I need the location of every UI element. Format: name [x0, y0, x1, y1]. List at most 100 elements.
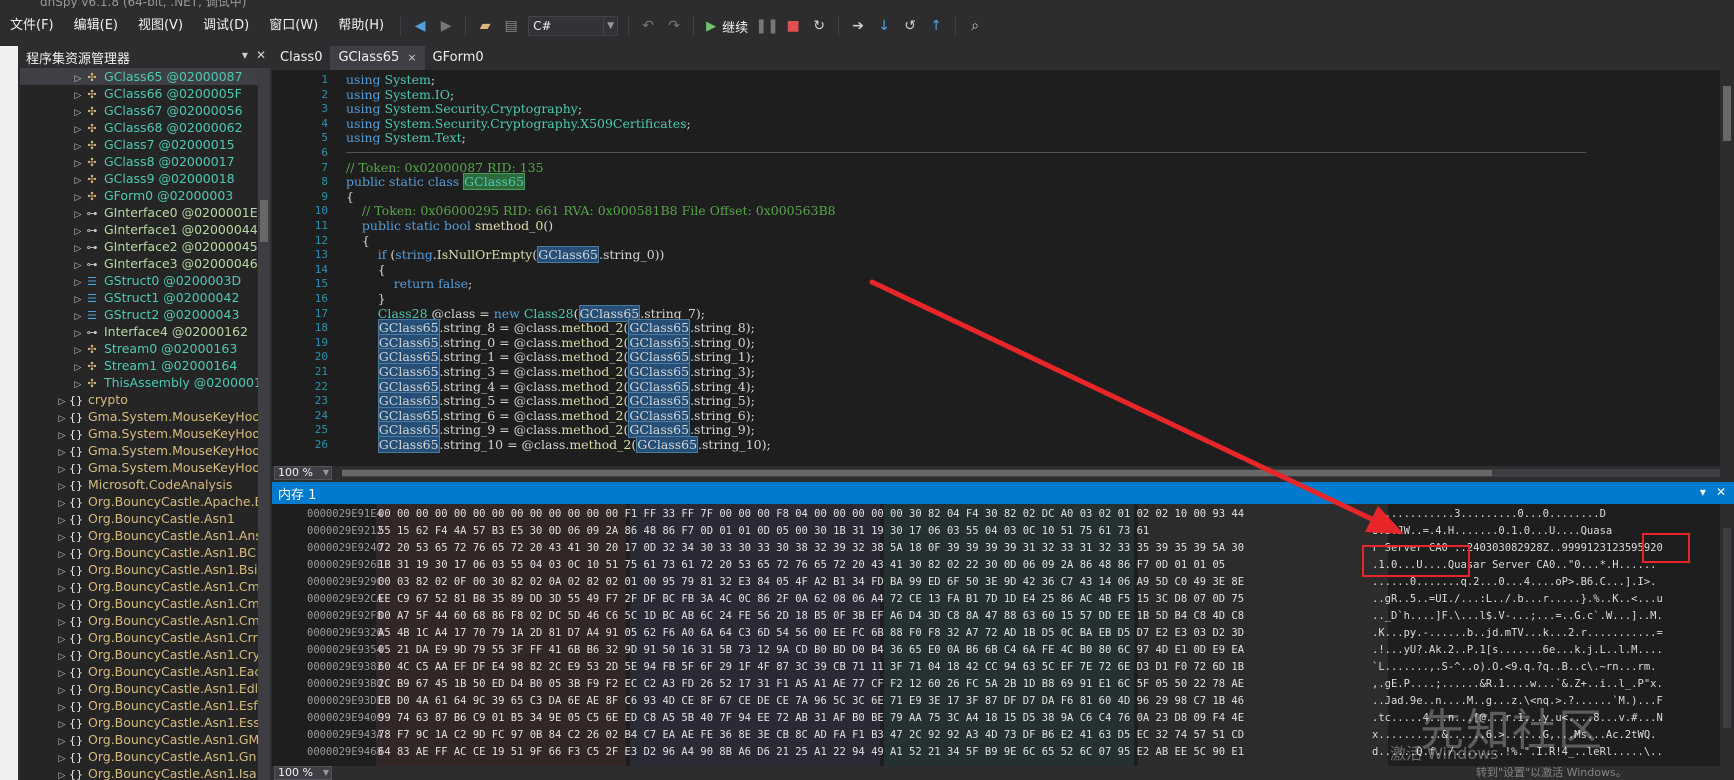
memory-ascii[interactable]: .!...yU?.Ak.2..P.1[s.......6e...k.j.L..l…	[1372, 642, 1710, 659]
memory-row[interactable]: 0000029E91E4 00 00 00 00 00 00 00 00 00 0…	[272, 506, 1720, 523]
memory-row[interactable]: 0000029E943A 78 F7 9C 1A C2 9D FC 97 0B 8…	[272, 727, 1720, 744]
memory-hex-bytes[interactable]: 60 4C C5 AA EF DF E4 98 82 2C E9 53 2D 5…	[378, 659, 1348, 676]
tree-item[interactable]: ▷{} Microsoft.CodeAnalysis	[20, 476, 270, 493]
menu-window[interactable]: 窗口(W)	[259, 13, 328, 39]
code-line[interactable]: }	[346, 291, 386, 307]
code-line[interactable]: public static bool smethod_0()	[346, 218, 553, 234]
memory-ascii[interactable]: .tc.....4...n...[@...r.1...y.u<....8...v…	[1372, 710, 1710, 727]
memory-row[interactable]: 0000029E92F8 D0 A7 5F 44 60 68 86 F8 02 D…	[272, 608, 1720, 625]
code-line[interactable]: GClass65.string_10 = @class.method_2(GCl…	[346, 436, 771, 453]
continue-button[interactable]: ▶ 继续	[706, 17, 748, 36]
close-icon[interactable]: ✕	[256, 48, 266, 62]
memory-hex-bytes[interactable]: 00 03 82 02 0F 00 30 82 02 0A 02 82 02 0…	[378, 574, 1348, 591]
code-editor[interactable]: 1 2 3 4 5 6 7 8 9 10 11 12 13 14 15 16 17 18 19 20 21 22 23 24 2…	[272, 70, 1734, 480]
memory-row[interactable]: 0000029E929C 00 03 82 02 0F 00 30 82 02 0…	[272, 574, 1720, 591]
menu-edit[interactable]: 编辑(E)	[64, 13, 128, 39]
code-line[interactable]: return false;	[346, 276, 473, 292]
tree-item[interactable]: ▷{} Org.BouncyCastle.Asn1.BC	[20, 544, 270, 561]
tree-item[interactable]: ▷ ⊶ GInterface2 @02000045	[20, 238, 270, 255]
code-line[interactable]: using System.Security.Cryptography.X509C…	[346, 116, 691, 132]
panel-menu-icon[interactable]: ▾	[242, 48, 248, 62]
tree-item[interactable]: ▷ ✣ ThisAssembly @0200001	[20, 374, 270, 391]
tree-item[interactable]: ▷ ✣ GClass7 @02000015	[20, 136, 270, 153]
memory-row[interactable]: 0000029E93DE EB D0 4A 61 64 9C 39 65 C3 D…	[272, 693, 1720, 710]
memory-hex-bytes[interactable]: 1B 31 19 30 17 06 03 55 04 03 0C 10 51 7…	[378, 557, 1348, 574]
tree-item[interactable]: ▷ ✣ Stream0 @02000163	[20, 340, 270, 357]
tree-item[interactable]: ▷{} Org.BouncyCastle.Asn1.Edl	[20, 680, 270, 697]
memory-ascii[interactable]: `L.......,.S-^..o).O.<9.q.?q..B..c\.~rn.…	[1372, 659, 1710, 676]
tree-item[interactable]: ▷ ✣ GClass65 @02000087	[20, 68, 270, 85]
memory-row[interactable]: 0000029E9382 60 4C C5 AA EF DF E4 98 82 2…	[272, 659, 1720, 676]
open-folder-icon[interactable]: ▰	[474, 15, 496, 37]
menu-debug[interactable]: 调试(D)	[193, 13, 259, 39]
editor-horizontal-scrollbar[interactable]	[342, 469, 1720, 477]
memory-hex-bytes[interactable]: 99 74 63 87 B6 C9 01 B5 34 9E 05 C5 6E E…	[378, 710, 1348, 727]
tab-gform0[interactable]: GForm0	[425, 46, 492, 70]
memory-hex-bytes[interactable]: A5 4B 1C A4 17 70 79 1A 2D 81 D7 A4 91 0…	[378, 625, 1348, 642]
tree-item[interactable]: ▷ ⊶ GInterface1 @02000044	[20, 221, 270, 238]
tree-item[interactable]: ▷{} Org.BouncyCastle.Asn1.Cm	[20, 595, 270, 612]
code-line[interactable]: using System;	[346, 72, 439, 88]
code-line[interactable]: {	[346, 189, 354, 205]
tree-item[interactable]: ▷{} Org.BouncyCastle.Asn1.Cm	[20, 578, 270, 595]
step-over-icon[interactable]: ➔	[847, 15, 869, 37]
tree-item[interactable]: ▷ ⊶ GInterface3 @02000046	[20, 255, 270, 272]
memory-hex-bytes[interactable]: 00 00 00 00 00 00 00 00 00 00 00 00 00 F…	[378, 506, 1348, 523]
step-into-icon[interactable]: ↓	[873, 15, 895, 37]
memory-ascii[interactable]: ,.gE.P....;......&R.1....w...`&.Z+..i..l…	[1372, 676, 1710, 693]
scrollbar-thumb[interactable]	[1723, 528, 1731, 728]
memory-row[interactable]: 0000029E9212 55 15 62 F4 4A 57 B3 E5 30 0…	[272, 523, 1720, 540]
expand-arrow-icon[interactable]: ▷	[56, 768, 68, 780]
memory-ascii[interactable]: ..gR..5..=UI./...:L../.b...r.....}.%..K.…	[1372, 591, 1710, 608]
memory-hex-bytes[interactable]: 05 21 DA E9 9D 79 55 3F FF 41 6B B6 32 9…	[378, 642, 1348, 659]
memory-row[interactable]: 0000029E92CA EE C9 67 52 81 B8 35 89 DD 3…	[272, 591, 1720, 608]
tree-item[interactable]: ▷ ✣ GClass8 @02000017	[20, 153, 270, 170]
memory-hex-bytes[interactable]: 2C B9 67 45 1B 50 ED D4 B0 05 3B F9 F2 E…	[378, 676, 1348, 693]
code-line[interactable]: using System.Security.Cryptography;	[346, 101, 582, 117]
close-icon[interactable]: ×	[407, 46, 416, 70]
memory-hex-bytes[interactable]: 64 83 AE FF AC CE 19 51 9F 66 F3 C5 2F E…	[378, 744, 1348, 761]
tree-item[interactable]: ▷{} Org.BouncyCastle.Asn1.Ans	[20, 527, 270, 544]
tree-item[interactable]: ▷{} Org.BouncyCastle.Asn1	[20, 510, 270, 527]
tree-item[interactable]: ▷ ☰ GStruct0 @0200003D	[20, 272, 270, 289]
menu-view[interactable]: 视图(V)	[128, 13, 193, 39]
back-icon[interactable]: ◀	[409, 15, 431, 37]
tree-item[interactable]: ▷{} Org.BouncyCastle.Asn1.Bsi	[20, 561, 270, 578]
forward-icon[interactable]: ▶	[435, 15, 457, 37]
explorer-scrollbar[interactable]	[258, 68, 270, 780]
memory-hex-bytes[interactable]: EE C9 67 52 81 B8 35 89 DD 3D 55 49 F7 2…	[378, 591, 1348, 608]
tree-item[interactable]: ▷ ✣ GClass9 @02000018	[20, 170, 270, 187]
code-line[interactable]: using System.IO;	[346, 87, 454, 103]
memory-row[interactable]: 0000029E9468 64 83 AE FF AC CE 19 51 9F 6…	[272, 744, 1720, 761]
step-out-icon[interactable]: ↑	[925, 15, 947, 37]
stop-icon[interactable]: ■	[782, 15, 804, 37]
memory-row[interactable]: 0000029E926E 1B 31 19 30 17 06 03 55 04 0…	[272, 557, 1720, 574]
panel-menu-icon[interactable]: ▾	[1700, 485, 1706, 499]
tree-item[interactable]: ▷{} Org.BouncyCastle.Asn1.Gn	[20, 748, 270, 765]
tab-gclass65[interactable]: GClass65 ×	[330, 46, 425, 70]
tree-item[interactable]: ▷ ⊶ GInterface0 @0200001E	[20, 204, 270, 221]
memory-ascii[interactable]: .K...py.-......b..jd.mTV...k...2.r......…	[1372, 625, 1710, 642]
tree-item[interactable]: ▷ ☰ GStruct1 @02000042	[20, 289, 270, 306]
code-line[interactable]: {	[346, 262, 386, 278]
language-select[interactable]: C# ▼	[528, 16, 619, 36]
tree-item[interactable]: ▷ ✣ GClass67 @02000056	[20, 102, 270, 119]
code-line[interactable]: // Token: 0x06000295 RID: 661 RVA: 0x000…	[346, 203, 836, 219]
memory-ascii[interactable]: .._D`h....]F.\...l$.V-...;...=..G.c`.W..…	[1372, 608, 1710, 625]
menu-help[interactable]: 帮助(H)	[328, 13, 394, 39]
memory-hex-bytes[interactable]: D0 A7 5F 44 60 68 86 F8 02 DC 5D 46 C6 5…	[378, 608, 1348, 625]
tree-item[interactable]: ▷{} Org.BouncyCastle.Asn1.Eac	[20, 663, 270, 680]
memory-row[interactable]: 0000029E9354 05 21 DA E9 9D 79 55 3F FF 4…	[272, 642, 1720, 659]
tree-item[interactable]: ▷{} Org.BouncyCastle.Asn1.Crr	[20, 629, 270, 646]
code-line[interactable]: if (string.IsNullOrEmpty(GClass65.string…	[346, 246, 664, 264]
memory-hex-bytes[interactable]: EB D0 4A 61 64 9C 39 65 C3 DA 6E AE 8F C…	[378, 693, 1348, 710]
menu-file[interactable]: 文件(F)	[0, 13, 64, 39]
scrollbar-thumb[interactable]	[260, 200, 268, 242]
memory-hex-bytes[interactable]: 78 F7 9C 1A C2 9D FC 97 0B 84 C2 26 02 B…	[378, 727, 1348, 744]
memory-ascii[interactable]: ..Jad.9e..n....M..g...z.\<nq.>.?......`M…	[1372, 693, 1710, 710]
tree-item[interactable]: ▷ ☰ GStruct2 @02000043	[20, 306, 270, 323]
scrollbar-thumb[interactable]	[1723, 86, 1731, 141]
tree-item[interactable]: ▷{} Org.BouncyCastle.Asn1.Esf	[20, 697, 270, 714]
tree-item[interactable]: ▷ ⊶ Interface4 @02000162	[20, 323, 270, 340]
step-loop-icon[interactable]: ↺	[899, 15, 921, 37]
